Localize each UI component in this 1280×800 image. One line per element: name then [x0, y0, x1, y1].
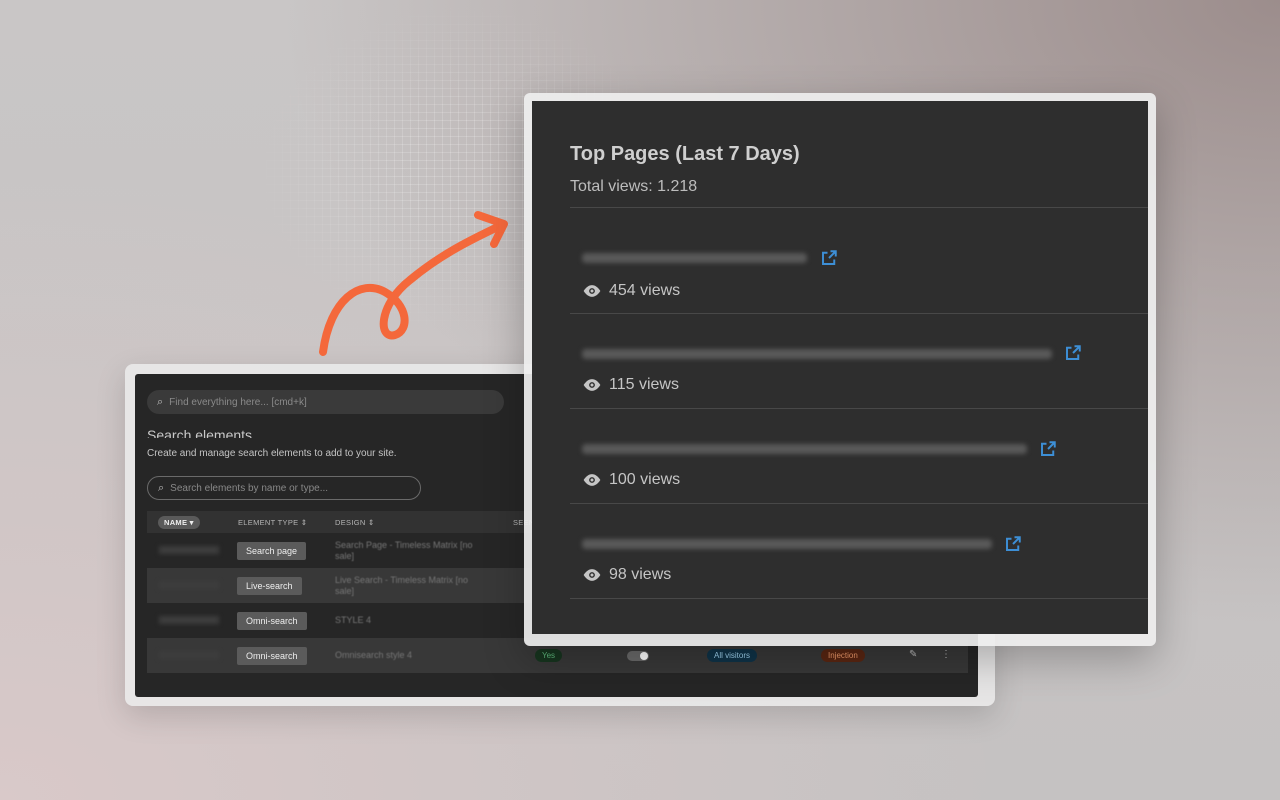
eye-icon — [583, 474, 601, 486]
page-url-blurred[interactable] — [582, 253, 807, 263]
views-count: 98 views — [609, 566, 672, 583]
views-count: 100 views — [609, 471, 681, 488]
page-url-blurred[interactable] — [582, 444, 1027, 454]
page-views: 115 views — [582, 376, 679, 394]
panel-title: Top Pages (Last 7 Days) — [570, 143, 800, 165]
external-link-icon[interactable] — [820, 249, 838, 267]
divider — [570, 598, 1148, 599]
external-link-icon[interactable] — [1064, 344, 1082, 362]
page-views: 454 views — [582, 282, 680, 300]
page-url-blurred[interactable] — [582, 349, 1052, 359]
external-link-icon[interactable] — [1004, 535, 1022, 553]
top-pages-panel-frame: Top Pages (Last 7 Days) Total views: 1.2… — [524, 93, 1156, 646]
eye-icon — [583, 379, 601, 391]
top-pages-panel: Top Pages (Last 7 Days) Total views: 1.2… — [532, 101, 1148, 634]
page-views: 98 views — [582, 566, 671, 584]
views-count: 115 views — [609, 376, 679, 393]
list-item: 115 views — [570, 314, 1148, 409]
eye-icon — [583, 285, 601, 297]
eye-icon — [583, 569, 601, 581]
list-item: 100 views — [570, 409, 1148, 504]
page-url-blurred[interactable] — [582, 539, 992, 549]
page-views: 100 views — [582, 471, 680, 489]
list-item: 454 views — [570, 208, 1148, 303]
list-item: 98 views — [570, 504, 1148, 599]
external-link-icon[interactable] — [1039, 440, 1057, 458]
total-views: Total views: 1.218 — [570, 178, 698, 195]
views-count: 454 views — [609, 282, 681, 299]
